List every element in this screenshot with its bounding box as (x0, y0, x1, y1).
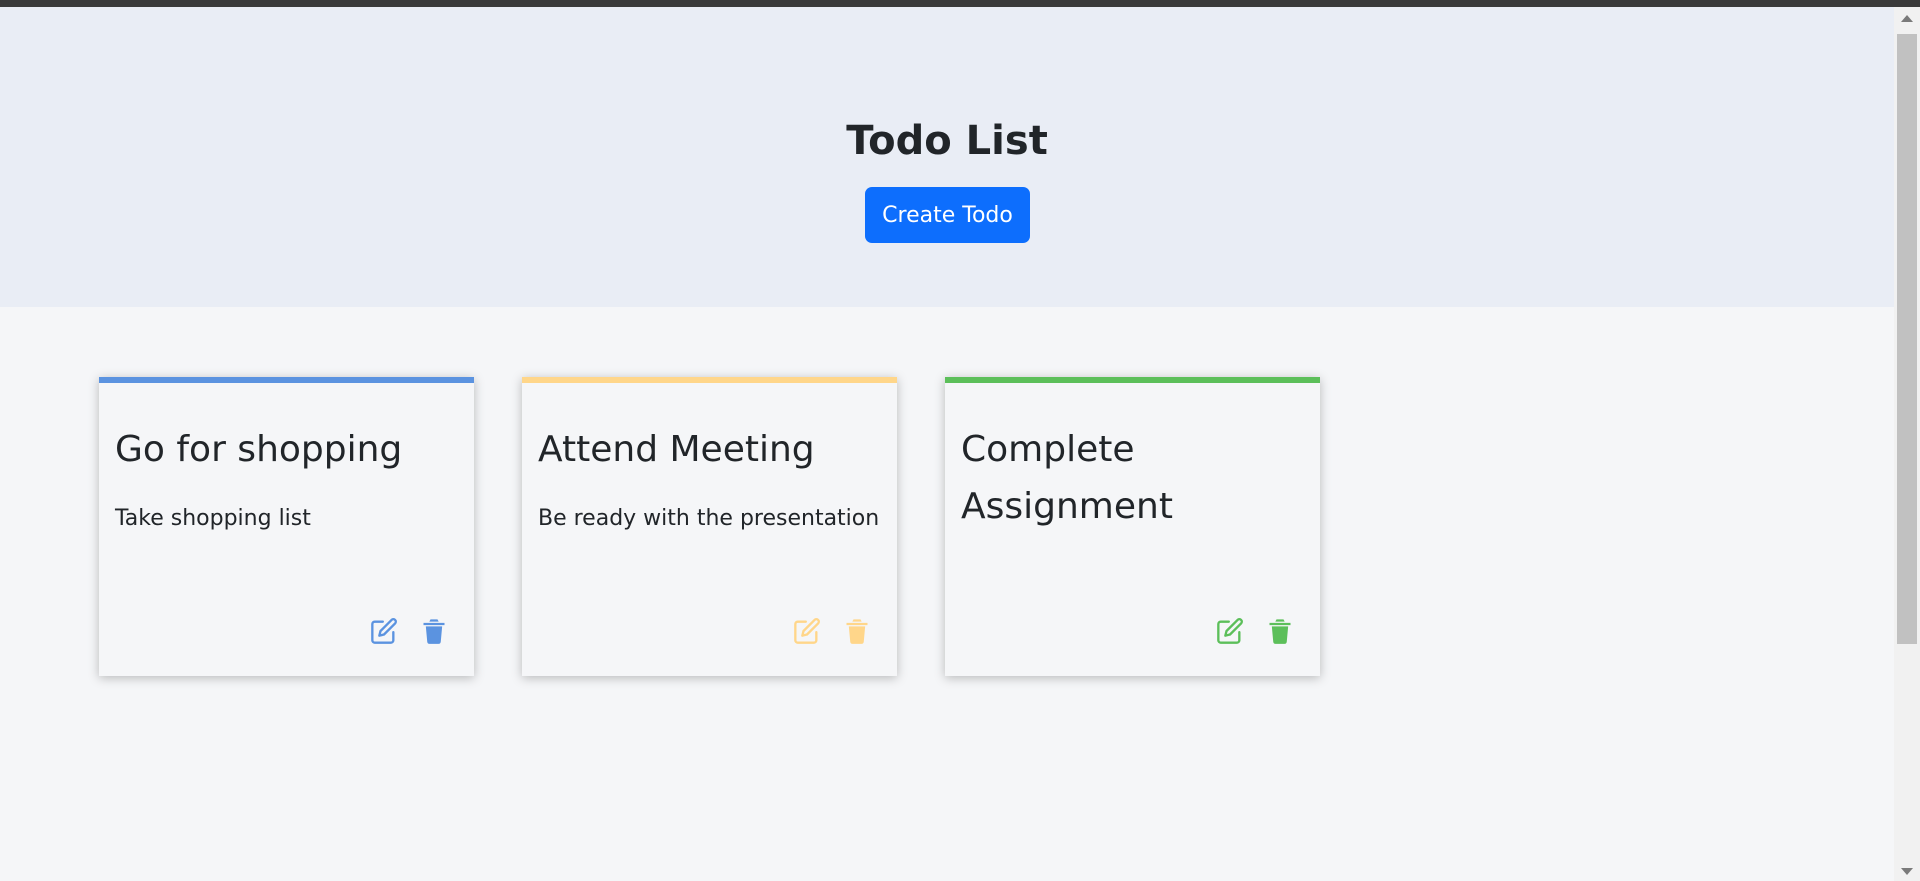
todo-description: Be ready with the presentation (538, 506, 880, 531)
trash-icon[interactable] (843, 617, 871, 645)
scroll-up-icon[interactable] (1901, 15, 1913, 22)
page: Todo List Create Todo Go for shopping Ta… (0, 7, 1894, 881)
card-actions (1216, 617, 1294, 647)
card-actions (370, 617, 448, 647)
todo-card: Complete Assignment (945, 377, 1320, 676)
todo-title: Attend Meeting (538, 429, 815, 470)
card-accent-bar (522, 377, 897, 383)
edit-icon[interactable] (793, 617, 821, 645)
scroll-thumb[interactable] (1897, 34, 1917, 644)
header: Todo List Create Todo (0, 7, 1894, 307)
todo-description: Take shopping list (115, 506, 311, 531)
browser-top-bar (0, 0, 1920, 7)
edit-icon[interactable] (370, 617, 398, 645)
page-title: Todo List (846, 118, 1048, 164)
card-actions (793, 617, 871, 647)
todo-card: Attend Meeting Be ready with the present… (522, 377, 897, 676)
todo-title: Go for shopping (115, 429, 403, 470)
trash-icon[interactable] (1266, 617, 1294, 645)
todo-title: Complete Assignment (961, 429, 1173, 527)
scroll-down-icon[interactable] (1901, 868, 1913, 875)
card-accent-bar (99, 377, 474, 383)
trash-icon[interactable] (420, 617, 448, 645)
card-accent-bar (945, 377, 1320, 383)
todo-card: Go for shopping Take shopping list (99, 377, 474, 676)
edit-icon[interactable] (1216, 617, 1244, 645)
create-todo-button[interactable]: Create Todo (865, 187, 1030, 243)
vertical-scrollbar[interactable] (1894, 7, 1920, 881)
